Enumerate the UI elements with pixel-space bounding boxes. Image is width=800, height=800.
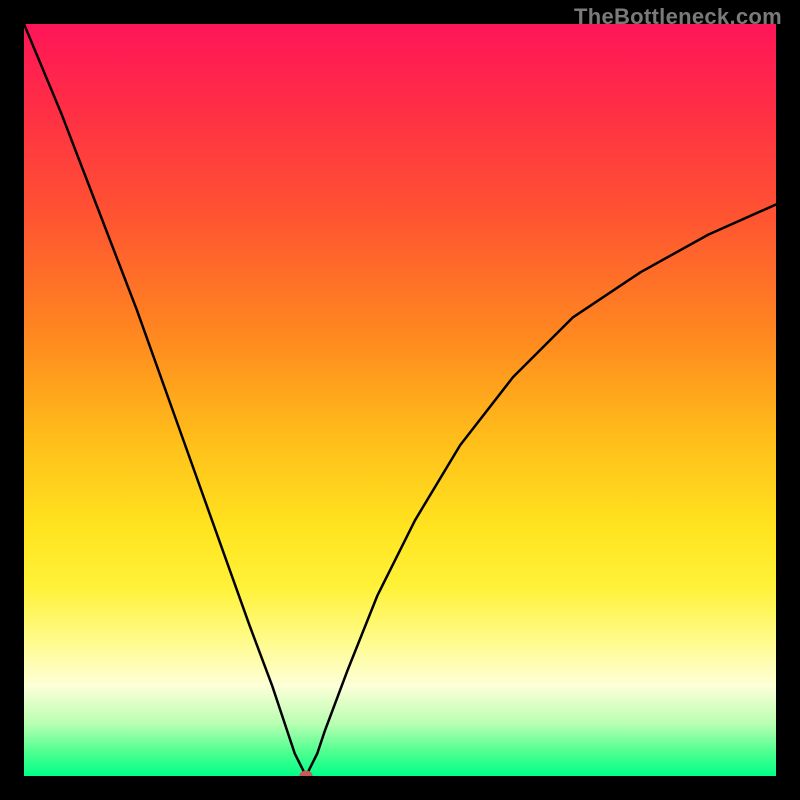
minimum-marker — [300, 771, 313, 777]
plot-area — [24, 24, 776, 776]
chart-frame: TheBottleneck.com — [0, 0, 800, 800]
bottleneck-curve — [24, 24, 776, 776]
